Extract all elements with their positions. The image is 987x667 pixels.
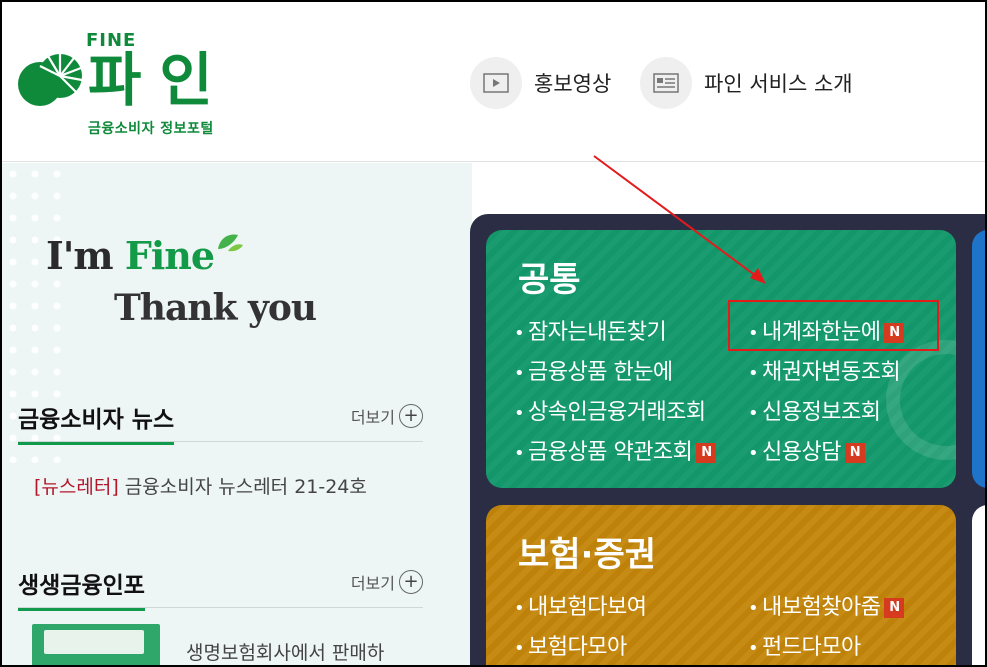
info-more-button[interactable]: 더보기 + — [351, 570, 423, 594]
browser-frame: FINE 파인 금융소비자 정보포털 홍보영상 파인 서비스 소개 I'm Fi… — [0, 0, 987, 667]
service-label: 보험다모아 — [528, 635, 627, 660]
play-icon — [470, 57, 522, 109]
news-section-header: 금융소비자 뉴스 더보기 + — [18, 400, 423, 445]
info-section-rule — [18, 607, 423, 608]
new-badge: N — [844, 443, 865, 463]
other-services-card[interactable] — [972, 505, 985, 665]
new-badge: N — [696, 443, 717, 463]
insurance-services-card: 보험·증권 • 내보험다보여 • 내보험찾아줌 N • 보험다모아 • 펀드다모아 — [486, 505, 956, 665]
document-icon — [640, 57, 692, 109]
service-link-insurance-compare[interactable]: • 보험다모아 — [514, 629, 627, 661]
news-list-item[interactable]: [뉴스레터] 금융소비자 뉴스레터 21-24호 — [34, 472, 367, 499]
slogan-fine: Fine — [124, 233, 215, 278]
info-section-header: 생생금융인포 더보기 + — [18, 566, 423, 611]
info-more-label: 더보기 — [350, 574, 395, 593]
plus-icon: + — [399, 570, 423, 594]
news-item-text: 금융소비자 뉴스레터 21-24호 — [118, 476, 367, 498]
news-more-button[interactable]: 더보기 + — [351, 404, 423, 428]
news-section-rule — [18, 441, 423, 442]
service-link-credit-counsel[interactable]: • 신용상담 N — [748, 434, 865, 466]
logo-subtitle: 금융소비자 정보포털 — [88, 121, 214, 137]
service-link-fund-compare[interactable]: • 펀드다모아 — [748, 629, 861, 661]
service-intro-label: 파인 서비스 소개 — [704, 72, 853, 96]
logo-emblem-icon — [18, 54, 83, 106]
service-label: 펀드다모아 — [762, 635, 861, 660]
service-link-credit-info[interactable]: • 신용정보조회 — [748, 394, 881, 426]
service-label: 채권자변동조회 — [762, 360, 901, 385]
service-label: 내보험찾아줌 — [762, 595, 881, 620]
banking-services-card[interactable] — [972, 230, 985, 488]
service-link-find-insurance[interactable]: • 내보험찾아줌 N — [748, 589, 905, 621]
service-label: 내보험다보여 — [528, 595, 647, 620]
site-header: FINE 파인 금융소비자 정보포털 홍보영상 파인 서비스 소개 — [2, 2, 985, 162]
slogan-line-1: I'm Fine — [46, 233, 215, 278]
thumbnail-graphic — [44, 630, 144, 654]
service-label: 금융상품 한눈에 — [528, 360, 673, 385]
leaf-icon — [218, 234, 243, 252]
plus-icon: + — [399, 404, 423, 428]
insurance-card-title: 보험·증권 — [518, 535, 657, 575]
common-services-card: 공통 • 잠자는내돈찾기 • 내계좌한눈에 N • 금융상품 한눈에 • 채권자변동조회 … — [486, 230, 956, 488]
new-badge: N — [884, 598, 905, 618]
service-link-products-overview[interactable]: • 금융상품 한눈에 — [514, 354, 673, 386]
slogan-im: I'm — [46, 233, 125, 278]
service-link-dormant-money[interactable]: • 잠자는내돈찾기 — [514, 314, 667, 346]
site-logo[interactable]: FINE 파인 금융소비자 정보포털 — [16, 30, 236, 140]
slogan-line-2: Thank you — [114, 287, 317, 329]
news-section-title: 금융소비자 뉴스 — [18, 400, 175, 445]
news-item-tag: [뉴스레터] — [34, 476, 119, 498]
info-item-text[interactable]: 생명보험회사에서 판매하 — [186, 638, 384, 665]
news-more-label: 더보기 — [350, 408, 395, 427]
service-link-my-insurance[interactable]: • 내보험다보여 — [514, 589, 647, 621]
logo-name-text: 파인 — [88, 46, 231, 114]
promo-video-label: 홍보영상 — [534, 72, 612, 96]
service-link-creditor-change[interactable]: • 채권자변동조회 — [748, 354, 901, 386]
highlight-box — [728, 300, 939, 351]
info-thumbnail[interactable] — [32, 624, 160, 665]
service-link-heir-inquiry[interactable]: • 상속인금융거래조회 — [514, 394, 706, 426]
service-link-terms-inquiry[interactable]: • 금융상품 약관조회 N — [514, 434, 717, 466]
service-label: 잠자는내돈찾기 — [528, 320, 667, 345]
promo-video-button[interactable]: 홍보영상 — [470, 56, 611, 110]
service-label: 상속인금융거래조회 — [528, 400, 706, 425]
info-section-title: 생생금융인포 — [18, 566, 145, 611]
service-label: 금융상품 약관조회 — [528, 440, 693, 465]
service-label: 신용정보조회 — [762, 400, 881, 425]
service-intro-button[interactable]: 파인 서비스 소개 — [640, 56, 853, 110]
service-label: 신용상담 — [762, 440, 841, 465]
common-card-title: 공통 — [518, 260, 581, 300]
